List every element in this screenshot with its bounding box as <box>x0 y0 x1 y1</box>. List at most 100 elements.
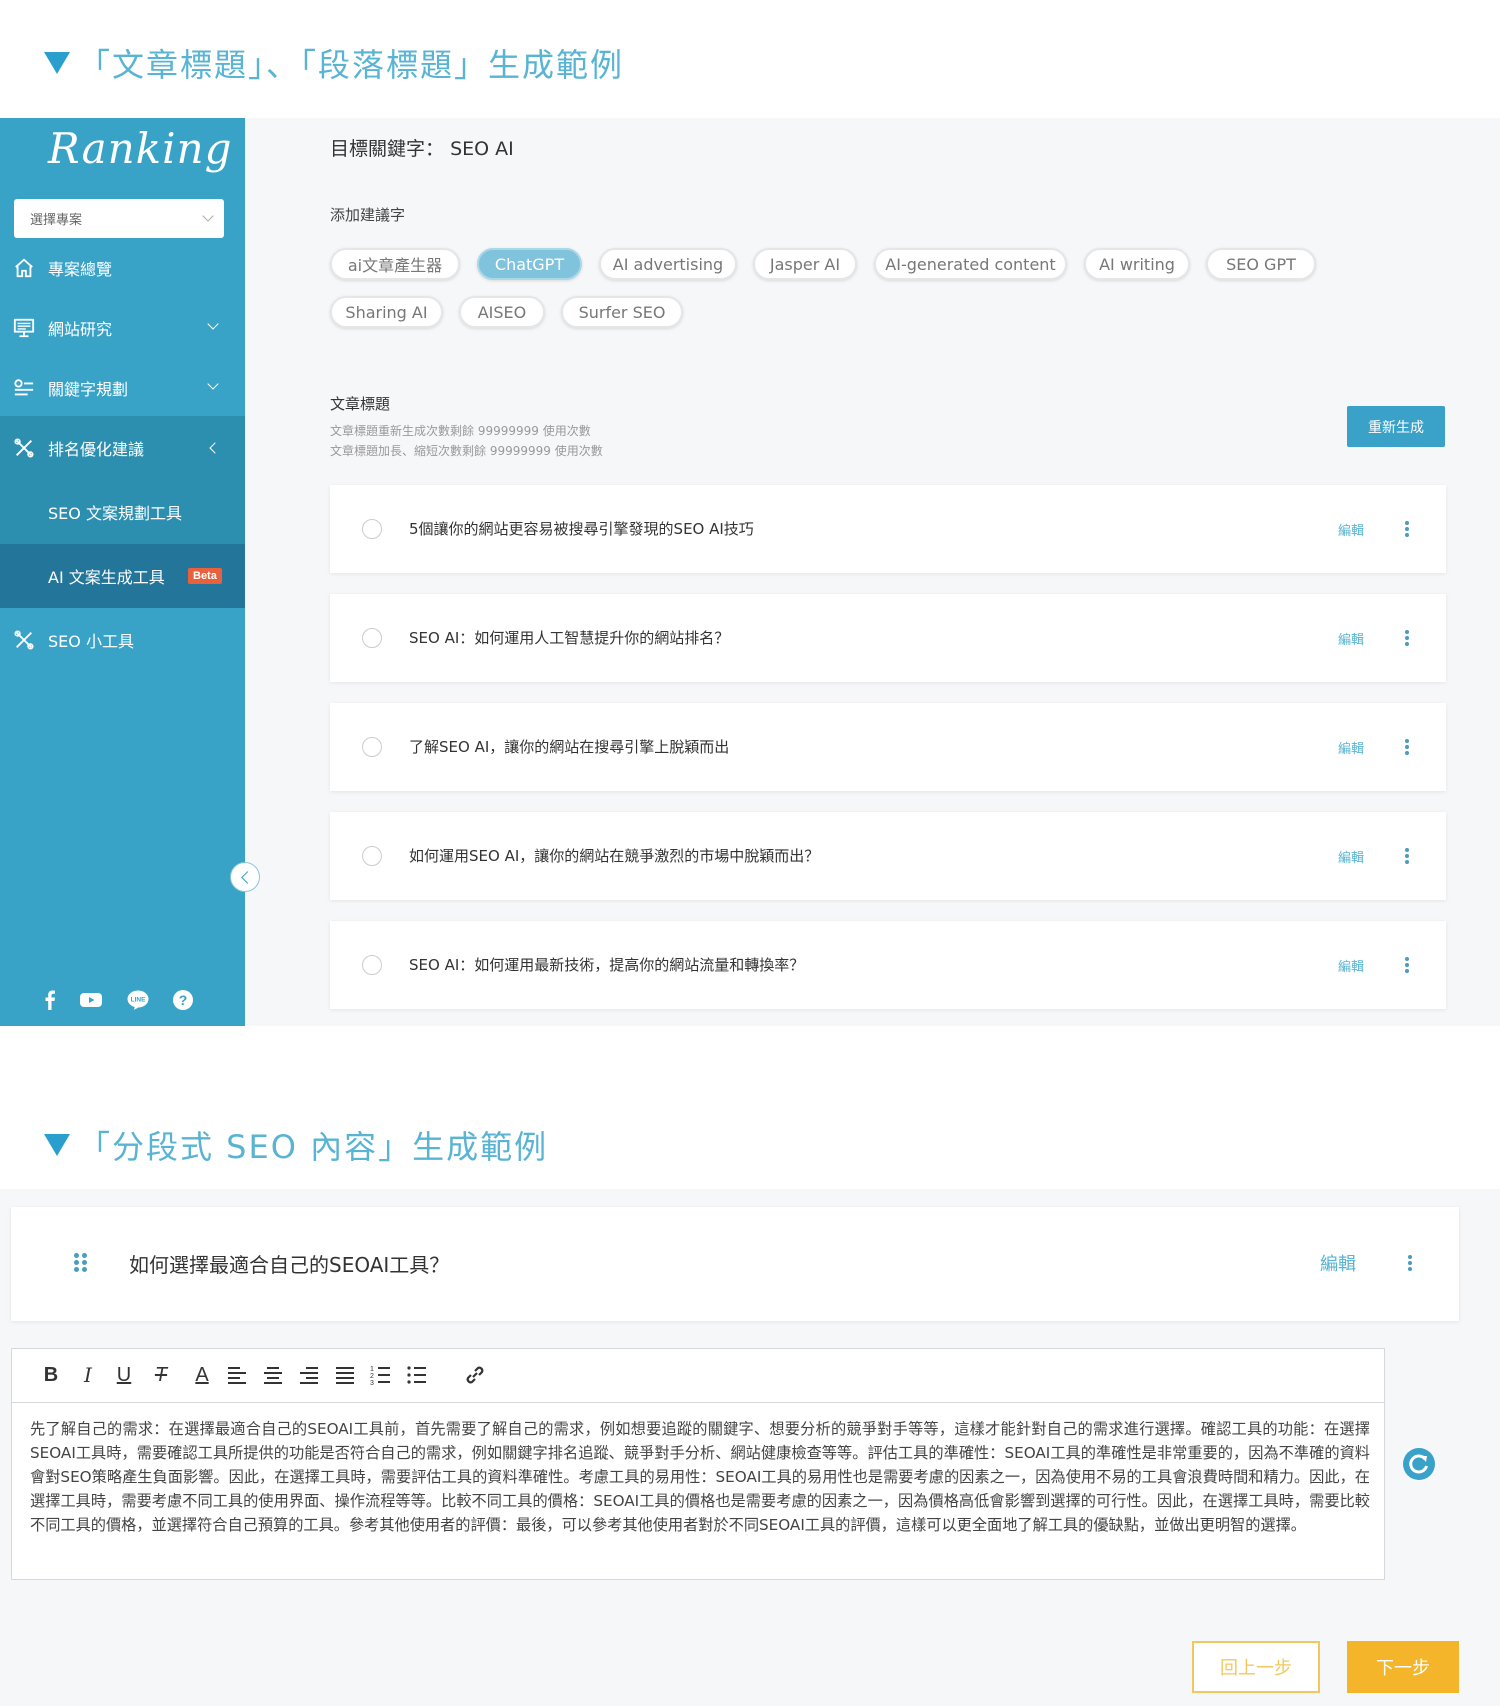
edit-link[interactable]: 編輯 <box>1338 738 1364 757</box>
help-icon[interactable]: ? <box>171 988 195 1012</box>
title-option-text: 如何運用SEO AI，讓你的網站在競爭激烈的市場中脫穎而出？ <box>409 847 820 865</box>
more-vertical-icon[interactable] <box>1405 739 1409 755</box>
more-vertical-icon[interactable] <box>1405 521 1409 537</box>
next-step-button[interactable]: 下一步 <box>1347 1641 1459 1693</box>
editor-toolbar: B I U T A 123 <box>12 1349 1384 1403</box>
add-suggestion-label: 添加建議字 <box>330 206 406 224</box>
more-vertical-icon[interactable] <box>1408 1255 1412 1271</box>
svg-text:1: 1 <box>370 1366 374 1373</box>
section-heading-content: 「分段式 SEO 內容」生成範例 <box>44 1122 548 1168</box>
sidebar-item-project-overview[interactable]: 專案總覽 <box>0 236 245 300</box>
triangle-down-icon <box>44 1134 70 1156</box>
svg-text:3: 3 <box>370 1380 374 1387</box>
align-justify-icon[interactable] <box>333 1363 357 1387</box>
title-radio[interactable] <box>362 955 382 975</box>
underline-button[interactable]: U <box>112 1363 136 1387</box>
triangle-down-icon <box>44 52 70 74</box>
more-vertical-icon[interactable] <box>1405 848 1409 864</box>
sidebar-item-label: 排名優化建議 <box>48 440 145 459</box>
title-radio[interactable] <box>362 737 382 757</box>
align-right-icon[interactable] <box>297 1363 321 1387</box>
monitor-icon <box>13 318 35 338</box>
svg-text:LINE: LINE <box>131 997 146 1004</box>
title-option[interactable]: SEO AI：如何運用最新技術，提高你的網站流量和轉換率？ 編輯 <box>330 921 1446 1009</box>
sidebar-item-label: AI 文案生成工具 <box>48 568 165 587</box>
keyword-chip[interactable]: AI-generated content <box>874 248 1067 280</box>
keyword-chip[interactable]: Surfer SEO <box>561 296 683 328</box>
extend-count-info: 文章標題加長、縮短次數剩餘 99999999 使用次數 <box>330 444 603 458</box>
clear-format-button[interactable]: T <box>149 1363 173 1387</box>
sidebar-subitem-seo-copy-planner[interactable]: SEO 文案規劃工具 <box>0 480 245 544</box>
title-option[interactable]: SEO AI：如何運用人工智慧提升你的網站排名？ 編輯 <box>330 594 1446 682</box>
drag-handle-icon[interactable] <box>74 1253 88 1273</box>
article-title-label: 文章標題 <box>330 395 391 413</box>
sidebar-item-keyword-planning[interactable]: 關鍵字規劃 <box>0 356 245 420</box>
italic-button[interactable]: I <box>76 1363 100 1387</box>
chevron-down-icon <box>207 318 219 330</box>
ranking-logo: Ranking <box>48 124 233 173</box>
title-option[interactable]: 5個讓你的網站更容易被搜尋引擎發現的SEO AI技巧 編輯 <box>330 485 1446 573</box>
ordered-list-icon[interactable]: 123 <box>369 1363 393 1387</box>
beta-badge: Beta <box>188 568 222 584</box>
sidebar-item-label: SEO 小工具 <box>48 632 134 651</box>
refresh-icon[interactable] <box>1402 1447 1436 1481</box>
rich-text-editor[interactable]: B I U T A 123 先了解自己的需求：在選擇最適合自己的SEOAI工具前… <box>11 1348 1385 1580</box>
keyword-chip[interactable]: Sharing AI <box>330 296 443 328</box>
title-radio[interactable] <box>362 846 382 866</box>
edit-link[interactable]: 編輯 <box>1320 1250 1356 1276</box>
target-keyword: 目標關鍵字： SEO AI <box>330 134 514 161</box>
section-heading-text: 如何選擇最適合自己的SEOAI工具？ <box>129 1253 450 1277</box>
editor-content[interactable]: 先了解自己的需求：在選擇最適合自己的SEOAI工具前，首先需要了解自己的需求，例… <box>30 1417 1370 1537</box>
text-color-button[interactable]: A <box>190 1363 214 1387</box>
keyword-chip[interactable]: Jasper AI <box>753 248 857 280</box>
tools-icon <box>14 438 34 458</box>
app-screenshot-titles: Ranking 選擇專案 專案總覽 網站研究 關鍵字規劃 排名優化建議 SEO … <box>0 118 1500 1026</box>
sidebar-item-site-research[interactable]: 網站研究 <box>0 296 245 360</box>
bold-button[interactable]: B <box>39 1363 63 1387</box>
more-vertical-icon[interactable] <box>1405 957 1409 973</box>
section-heading-titles: 「文章標題」、「段落標題」生成範例 <box>44 40 624 86</box>
regenerate-button[interactable]: 重新生成 <box>1347 406 1445 447</box>
link-icon[interactable] <box>463 1363 487 1387</box>
section-heading-text: 「文章標題」、「段落標題」生成範例 <box>78 46 625 84</box>
chevron-down-icon <box>207 378 219 390</box>
keyword-chip[interactable]: SEO GPT <box>1206 248 1316 280</box>
edit-link[interactable]: 編輯 <box>1338 956 1364 975</box>
keyword-chip[interactable]: ai文章產生器 <box>330 248 460 280</box>
sidebar-item-seo-tools[interactable]: SEO 小工具 <box>0 608 245 672</box>
edit-link[interactable]: 編輯 <box>1338 520 1364 539</box>
keyword-chip[interactable]: AI advertising <box>599 248 737 280</box>
keyword-chip[interactable]: AISEO <box>459 296 545 328</box>
chevron-left-icon <box>209 442 221 454</box>
youtube-icon[interactable] <box>79 988 103 1012</box>
keyword-chip[interactable]: AI writing <box>1084 248 1190 280</box>
more-vertical-icon[interactable] <box>1405 630 1409 646</box>
align-center-icon[interactable] <box>261 1363 285 1387</box>
sidebar-collapse-button[interactable] <box>230 862 260 892</box>
title-option[interactable]: 如何運用SEO AI，讓你的網站在競爭激烈的市場中脫穎而出？ 編輯 <box>330 812 1446 900</box>
facebook-icon[interactable] <box>38 988 62 1012</box>
bullet-list-icon[interactable] <box>405 1363 429 1387</box>
align-left-icon[interactable] <box>225 1363 249 1387</box>
sidebar-item-ranking-optimization[interactable]: 排名優化建議 <box>0 416 245 480</box>
title-option-text: 5個讓你的網站更容易被搜尋引擎發現的SEO AI技巧 <box>409 520 754 538</box>
keyword-chip-active[interactable]: ChatGPT <box>477 248 582 280</box>
sidebar-item-label: 網站研究 <box>48 320 113 339</box>
title-radio[interactable] <box>362 519 382 539</box>
sidebar-subitem-ai-copy-generator[interactable]: AI 文案生成工具 Beta <box>0 544 245 608</box>
chevron-down-icon <box>202 210 214 222</box>
edit-link[interactable]: 編輯 <box>1338 629 1364 648</box>
project-select-placeholder: 選擇專案 <box>30 213 83 228</box>
edit-link[interactable]: 編輯 <box>1338 847 1364 866</box>
title-radio[interactable] <box>362 628 382 648</box>
home-icon <box>15 258 33 278</box>
section-heading-card: 如何選擇最適合自己的SEOAI工具？ 編輯 <box>11 1207 1459 1321</box>
title-option[interactable]: 了解SEO AI，讓你的網站在搜尋引擎上脫穎而出 編輯 <box>330 703 1446 791</box>
sidebar: Ranking 選擇專案 專案總覽 網站研究 關鍵字規劃 排名優化建議 SEO … <box>0 118 245 1026</box>
line-icon[interactable]: LINE <box>126 988 150 1012</box>
project-select[interactable]: 選擇專案 <box>14 199 224 238</box>
tools-icon <box>14 630 34 650</box>
app-screenshot-content: 如何選擇最適合自己的SEOAI工具？ 編輯 B I U T A 123 先了解自… <box>0 1189 1500 1706</box>
previous-step-button[interactable]: 回上一步 <box>1192 1641 1320 1693</box>
title-option-text: SEO AI：如何運用最新技術，提高你的網站流量和轉換率？ <box>409 956 805 974</box>
